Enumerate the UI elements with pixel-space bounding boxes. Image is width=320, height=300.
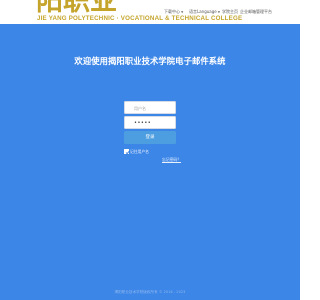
login-button[interactable]: 登录 — [124, 131, 176, 144]
nav-enterprise-mail-admin[interactable]: 企业邮箱管理平台 — [240, 8, 272, 16]
nav-college-home[interactable]: 学院主页 — [222, 8, 238, 16]
header: 阳职业 JIE YANG POLYTECHNIC · VOCATIONAL & … — [0, 0, 300, 24]
nav-language[interactable]: 语言Language▼ — [189, 8, 220, 16]
copyright-footer: 揭阳职业技术学院版权所有 © 2016 - 2023 — [114, 290, 186, 294]
page-title: 欢迎使用揭阳职业技术学院电子邮件系统 — [74, 56, 226, 66]
user-icon — [128, 106, 132, 121]
password-input[interactable] — [134, 117, 175, 129]
nav-language-label: 语言Language — [189, 9, 217, 14]
logo-chinese-text: 阳职业 — [36, 0, 117, 17]
logo-english-text: JIE YANG POLYTECHNIC · VOCATIONAL & TECH… — [37, 15, 243, 22]
login-background: 欢迎使用揭阳职业技术学院电子邮件系统 登录 记住用户名 忘记密码？ 揭阳职业技术… — [0, 24, 300, 300]
chevron-down-icon: ▼ — [181, 10, 184, 14]
forgot-password-link[interactable]: 忘记密码？ — [162, 157, 181, 162]
chevron-down-icon: ▼ — [217, 10, 221, 14]
password-field[interactable] — [124, 116, 176, 136]
remember-label: 记住用户名 — [130, 148, 149, 154]
username-field[interactable] — [124, 101, 176, 121]
nav-download-center[interactable]: 下载中心▼ — [164, 8, 183, 16]
college-logo[interactable]: 阳职业 JIE YANG POLYTECHNIC · VOCATIONAL & … — [36, 0, 242, 24]
username-input[interactable] — [134, 102, 175, 114]
nav-download-center-label: 下载中心 — [164, 9, 180, 14]
top-navigation: 下载中心▼ 语言Language▼ 学院主页 企业邮箱管理平台 — [164, 8, 296, 16]
lock-icon — [128, 121, 132, 136]
remember-checkbox[interactable] — [124, 149, 130, 155]
